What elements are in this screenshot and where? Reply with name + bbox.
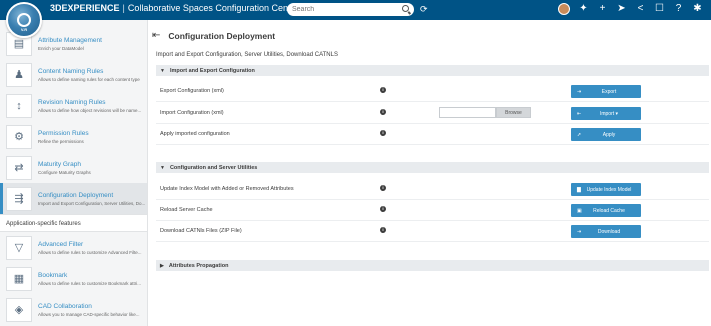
brand-name: 3DEXPERIENCE <box>50 3 120 13</box>
cad-icon: ◈ <box>6 297 32 322</box>
search-icon[interactable] <box>402 5 409 12</box>
info-icon[interactable]: i <box>380 185 386 191</box>
sidebar-item-cad-collaboration[interactable]: ◈ CAD Collaboration Allows you to manage… <box>0 294 147 325</box>
row-import-configuration: Import Configuration (xml) i Browse ⇤ Im… <box>156 104 709 124</box>
add-icon[interactable]: + <box>597 3 608 15</box>
apply-button[interactable]: ➚ Apply <box>571 128 641 141</box>
section-attributes-propagation[interactable]: ▶ Attributes Propagation <box>156 260 709 271</box>
chevron-down-icon: ▾ <box>615 110 619 117</box>
deployment-icon: ⇶ <box>6 186 32 211</box>
collapse-sidebar-icon[interactable]: ⇤ <box>152 30 160 41</box>
sidebar-item-advanced-filter[interactable]: ▽ Advanced Filter Allows to define rules… <box>0 232 147 263</box>
bookmark-icon: ▦ <box>6 266 32 291</box>
sidebar-item-bookmark[interactable]: ▦ Bookmark Allows to define rules to cus… <box>0 263 147 294</box>
section-import-export[interactable]: ▼ Import and Export Configuration <box>156 65 709 76</box>
search-input[interactable] <box>292 6 397 13</box>
sidebar-section-heading: Application-specific features <box>0 214 147 232</box>
info-icon[interactable]: i <box>380 130 386 136</box>
row-update-index-model: Update Index Model with Added or Removed… <box>156 180 709 200</box>
row-download-catnls: Download CATNls Files (ZIP File) i ⇥ Dow… <box>156 222 709 242</box>
info-icon[interactable]: i <box>380 109 386 115</box>
maturity-graph-icon: ⇄ <box>6 155 32 180</box>
compass-label: V.R <box>20 27 28 32</box>
info-icon[interactable]: i <box>380 227 386 233</box>
settings-icon[interactable]: ✱ <box>692 3 703 15</box>
revision-icon: ↕ <box>6 93 32 118</box>
main-panel: ⇤ Configuration Deployment Import and Ex… <box>148 20 711 326</box>
sidebar-item-content-naming-rules[interactable]: ♟ Content Naming Rules Allows to define … <box>0 59 147 90</box>
row-apply-configuration: Apply imported configuration i ➚ Apply <box>156 125 709 145</box>
connect-icon[interactable]: < <box>635 3 646 15</box>
filter-icon: ▽ <box>6 235 32 260</box>
avatar[interactable] <box>558 3 570 15</box>
share-icon[interactable]: ➤ <box>616 3 627 15</box>
compass-nav-icon[interactable]: ✦ <box>578 3 589 15</box>
file-path-field[interactable] <box>439 107 496 118</box>
download-button[interactable]: ⇥ Download <box>571 225 641 238</box>
sidebar-item-permission-rules[interactable]: ⚙ Permission Rules Refine the permission… <box>0 121 147 152</box>
sidebar: ▤ Attribute Management Enrich your DataM… <box>0 20 148 326</box>
export-button[interactable]: ⇥ Export <box>571 85 641 98</box>
page-subtitle: Import and Export Configuration, Server … <box>156 52 338 58</box>
naming-icon: ♟ <box>6 62 32 87</box>
compass-icon[interactable]: V.R <box>6 2 42 38</box>
section-server-utilities[interactable]: ▼ Configuration and Server Utilities <box>156 162 709 173</box>
caret-right-icon: ▶ <box>160 262 164 269</box>
toolbar-icons: ✦ + ➤ < ☐ ? ✱ <box>558 3 703 15</box>
info-icon[interactable]: i <box>380 206 386 212</box>
caret-down-icon: ▼ <box>160 164 165 171</box>
sidebar-item-revision-naming-rules[interactable]: ↕ Revision Naming Rules Allows to define… <box>0 90 147 121</box>
update-index-model-button[interactable]: ▇ Update Index Model <box>571 183 641 196</box>
page-title: Configuration Deployment <box>168 30 276 41</box>
browse-button[interactable]: Browse <box>496 107 531 118</box>
tag-icon[interactable]: ⟳ <box>420 4 428 15</box>
top-bar: V.R 3DEXPERIENCE | Collaborative Spaces Co… <box>0 0 711 38</box>
sidebar-item-configuration-deployment[interactable]: ⇶ Configuration Deployment Import and Ex… <box>0 183 147 214</box>
permission-icon: ⚙ <box>6 124 32 149</box>
info-icon[interactable]: i <box>380 87 386 93</box>
row-reload-server-cache: Reload Server Cache i ▣ Reload Cache <box>156 201 709 221</box>
import-button[interactable]: ⇤ Import ▾ <box>571 107 641 120</box>
search-box[interactable] <box>287 3 414 16</box>
sidebar-item-maturity-graph[interactable]: ⇄ Maturity Graph Configure Maturity Grap… <box>0 152 147 183</box>
help-icon[interactable]: ? <box>673 3 684 15</box>
caret-down-icon: ▼ <box>160 67 165 74</box>
file-input[interactable]: Browse <box>439 107 531 118</box>
notes-icon[interactable]: ☐ <box>654 3 665 15</box>
row-export-configuration: Export Configuration (xml) i ⇥ Export <box>156 82 709 102</box>
reload-cache-button[interactable]: ▣ Reload Cache <box>571 204 641 217</box>
